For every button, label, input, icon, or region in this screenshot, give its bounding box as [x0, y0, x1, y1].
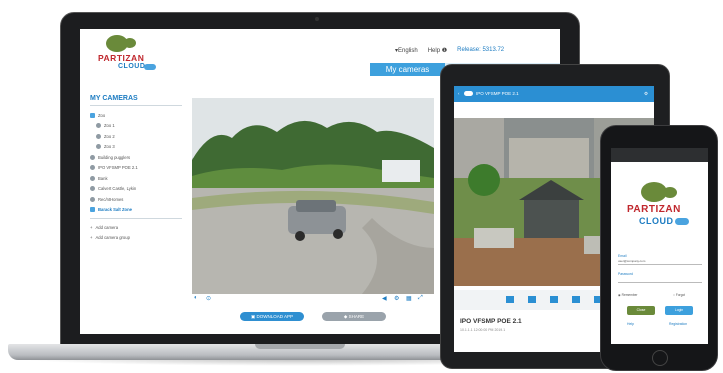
plus-icon: + — [90, 224, 93, 230]
item-label: Zoo 2 — [104, 133, 115, 139]
cloud-icon — [144, 64, 156, 70]
camera-icon — [90, 207, 95, 213]
item-label: Building pugglers — [98, 154, 131, 160]
add-camera-link[interactable]: + Add camera — [90, 222, 182, 233]
camera-item[interactable]: Bank — [90, 173, 182, 184]
snapshot-icon[interactable]: ⊙ — [206, 295, 211, 302]
item-label: Add camera group — [95, 235, 130, 241]
help-icon: ❶ — [441, 48, 448, 54]
camera-item[interactable]: Building pugglers — [90, 152, 182, 163]
tab-my-cameras[interactable]: My cameras — [370, 63, 445, 76]
logo-word-cloud: CLOUD — [639, 216, 674, 226]
email-field[interactable]: user@company.com — [618, 259, 702, 265]
volume-icon[interactable]: ◀ — [382, 295, 387, 302]
camera-item[interactable]: Zoo 1 — [90, 121, 182, 132]
remember-label: Remember — [621, 293, 638, 297]
release-label: Release: 5313.72 — [457, 47, 505, 53]
forgot-label: Forgot — [675, 293, 686, 297]
festive-banner — [611, 148, 708, 162]
home-button — [652, 350, 668, 366]
video-frame-image — [192, 98, 434, 294]
item-label: Zoo — [98, 112, 106, 118]
logo-word-partizan: PARTIZAN — [627, 204, 681, 215]
password-label: Password — [618, 272, 633, 276]
logo-camera-shape — [124, 38, 136, 48]
camera-icon — [90, 175, 95, 181]
video-controls: ◐ ⊙ ◀ ⚙ ▦ ⤢ — [192, 294, 434, 304]
language-label: English — [398, 48, 418, 54]
camera-item-selected[interactable]: Barack Salt Zone — [90, 205, 182, 216]
expand-icon[interactable]: ⤢ — [418, 295, 423, 302]
help-link[interactable]: Help ❶ — [428, 47, 447, 54]
camera-icon — [96, 133, 101, 139]
camera-icon — [96, 144, 101, 150]
camera-icon — [90, 165, 95, 171]
help-label: Help — [427, 48, 441, 54]
password-field[interactable] — [618, 277, 702, 283]
email-label: Email — [618, 254, 627, 258]
fullscreen-toggle-icon[interactable]: ◐ — [194, 295, 198, 301]
camera-item[interactable]: Calvert Castle, Lykin — [90, 184, 182, 195]
settings-icon[interactable]: ⚙ — [644, 86, 648, 102]
layout-icon[interactable]: ▦ — [406, 295, 412, 302]
forgot-link[interactable]: ○ Forgot — [673, 293, 685, 297]
camera-sidebar: MY CAMERAS Zoo Zoo 1 Zoo 2 Zoo 3 Buildin… — [90, 95, 182, 243]
add-camera-group-link[interactable]: + Add camera group — [90, 233, 182, 244]
action-buttons: ▣ DOWNLOAD APP ◆ SHARE — [240, 312, 386, 321]
button-label: DOWNLOAD APP — [256, 314, 294, 319]
help-link[interactable]: Help — [627, 322, 634, 326]
button-label: SHARE — [348, 314, 365, 319]
marketing-devices-scene: PARTIZAN CLOUD ▾English Help ❶ Release: … — [0, 0, 723, 373]
phone-screen: PARTIZAN CLOUD Email user@company.com Pa… — [611, 148, 708, 344]
download-app-button[interactable]: ▣ DOWNLOAD APP — [240, 312, 304, 321]
camera-icon — [96, 123, 101, 129]
folder-icon — [90, 112, 95, 118]
webcam-dot — [315, 17, 319, 21]
settings-icon[interactable]: ⚙ — [394, 295, 399, 302]
item-label: IPO VFSMP POE 2.1 — [98, 165, 138, 171]
registration-link[interactable]: Registration — [669, 322, 687, 326]
logo-camera-shape — [663, 187, 677, 198]
camera-item[interactable]: Rec/ntHomes — [90, 194, 182, 205]
remember-checkbox[interactable]: ◉ Remember — [618, 293, 637, 297]
laptop-notch — [255, 344, 345, 349]
item-label: Add camera — [95, 224, 119, 230]
camera-icon — [90, 154, 95, 160]
camera-group-item[interactable]: Zoo — [90, 110, 182, 121]
language-selector[interactable]: ▾English — [395, 47, 418, 54]
camera-video-feed[interactable] — [192, 98, 434, 294]
logo-word-partizan: PARTIZAN — [98, 53, 145, 63]
item-label: Zoo 3 — [104, 144, 115, 150]
item-label: Barack Salt Zone — [98, 207, 132, 213]
item-label: Calvert Castle, Lykin — [98, 186, 137, 192]
camera-icon — [90, 196, 95, 202]
tablet-header-title: IPO VFSMP POE 2.1 — [476, 91, 519, 96]
plus-icon: + — [90, 235, 93, 241]
item-label: Bank — [98, 175, 108, 181]
logo-word-cloud: CLOUD — [118, 63, 146, 70]
close-button[interactable]: Close — [627, 306, 655, 315]
tablet-camera-title: IPO VFSMP POE 2.1 — [460, 318, 522, 325]
cloud-icon — [675, 218, 689, 225]
item-label: Rec/ntHomes — [98, 196, 124, 202]
camera-item[interactable]: IPO VFSMP POE 2.1 — [90, 163, 182, 174]
camera-item[interactable]: Zoo 2 — [90, 131, 182, 142]
tablet-header-bar: ‹ IPO VFSMP POE 2.1 ⚙ — [454, 86, 654, 102]
item-label: Zoo 1 — [104, 123, 115, 129]
back-icon[interactable]: ‹ — [458, 86, 460, 102]
camera-icon — [90, 186, 95, 192]
cloud-icon — [464, 91, 473, 96]
divider — [90, 218, 182, 219]
share-button[interactable]: ◆ SHARE — [322, 312, 386, 321]
partizan-cloud-logo[interactable]: PARTIZAN CLOUD — [98, 35, 168, 75]
sidebar-title: MY CAMERAS — [90, 95, 182, 106]
tablet-camera-subtitle: 10.1.1.1 12:00:00 PM 2019.1 — [460, 328, 506, 332]
login-button[interactable]: Login — [665, 306, 693, 315]
phone-logo: PARTIZAN CLOUD — [625, 182, 695, 230]
camera-item[interactable]: Zoo 3 — [90, 142, 182, 153]
top-navigation: ▾English Help ❶ Release: 5313.72 — [395, 47, 504, 54]
